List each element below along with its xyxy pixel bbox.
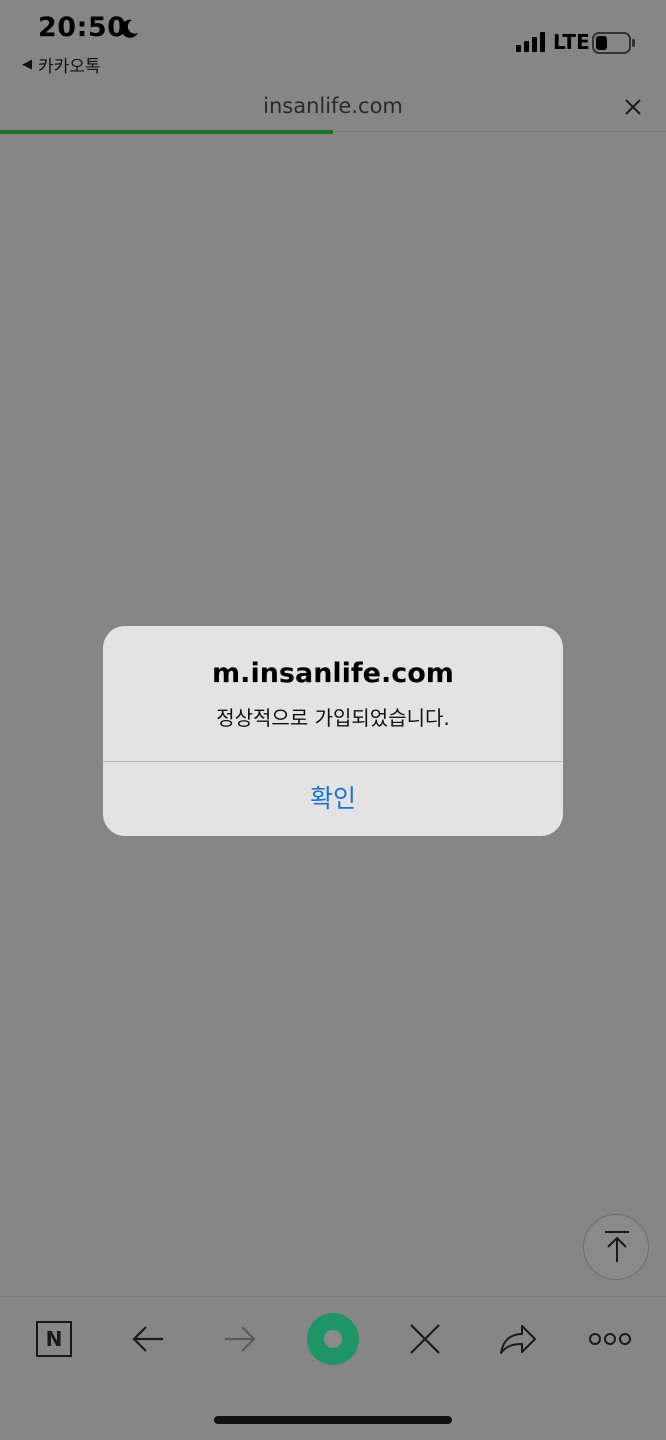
more-icon [589,1333,631,1345]
status-bar: 20:50 ◀ 카카오톡 LTE [0,0,666,82]
load-progress-fill [0,130,333,134]
alert-title: m.insanlife.com [212,658,454,689]
network-type: LTE [553,30,590,54]
bottom-toolbar: N [0,1297,666,1387]
close-icon [410,1324,440,1354]
stop-button[interactable] [399,1313,451,1365]
alert-message: 정상적으로 가입되었습니다. [216,706,450,730]
alert-dialog: m.insanlife.com 정상적으로 가입되었습니다. 확인 [103,626,563,836]
share-icon [500,1325,536,1354]
green-dot-center [324,1330,342,1348]
back-triangle-icon: ◀ [22,57,32,72]
screen: 20:50 ◀ 카카오톡 LTE insanlife.com m.insanli… [0,0,666,1440]
arrow-left-icon [132,1326,163,1352]
arrow-up-to-top-icon [605,1231,629,1262]
close-icon[interactable] [622,96,644,118]
share-button[interactable] [492,1313,544,1365]
green-dot-icon [307,1313,359,1365]
status-time: 20:50 [38,12,127,43]
url-bar[interactable]: insanlife.com [0,82,666,132]
scroll-to-top-button[interactable] [583,1214,649,1280]
naver-logo-icon: N [36,1321,72,1357]
battery-icon [592,32,635,54]
back-to-app-button[interactable]: ◀ 카카오톡 [22,52,101,77]
url-text[interactable]: insanlife.com [0,94,666,118]
green-dot-button[interactable] [307,1313,359,1365]
forward-button[interactable] [214,1313,266,1365]
back-app-label: 카카오톡 [38,57,101,77]
naver-home-button[interactable]: N [28,1313,80,1365]
home-indicator[interactable] [214,1416,452,1424]
load-progress-bar [0,130,666,134]
arrow-right-icon [225,1326,256,1352]
moon-icon [121,19,138,38]
back-button[interactable] [122,1313,174,1365]
more-button[interactable] [584,1313,636,1365]
signal-icon [516,32,545,52]
naver-letter: N [45,1327,63,1351]
alert-confirm-button[interactable]: 확인 [103,762,563,836]
